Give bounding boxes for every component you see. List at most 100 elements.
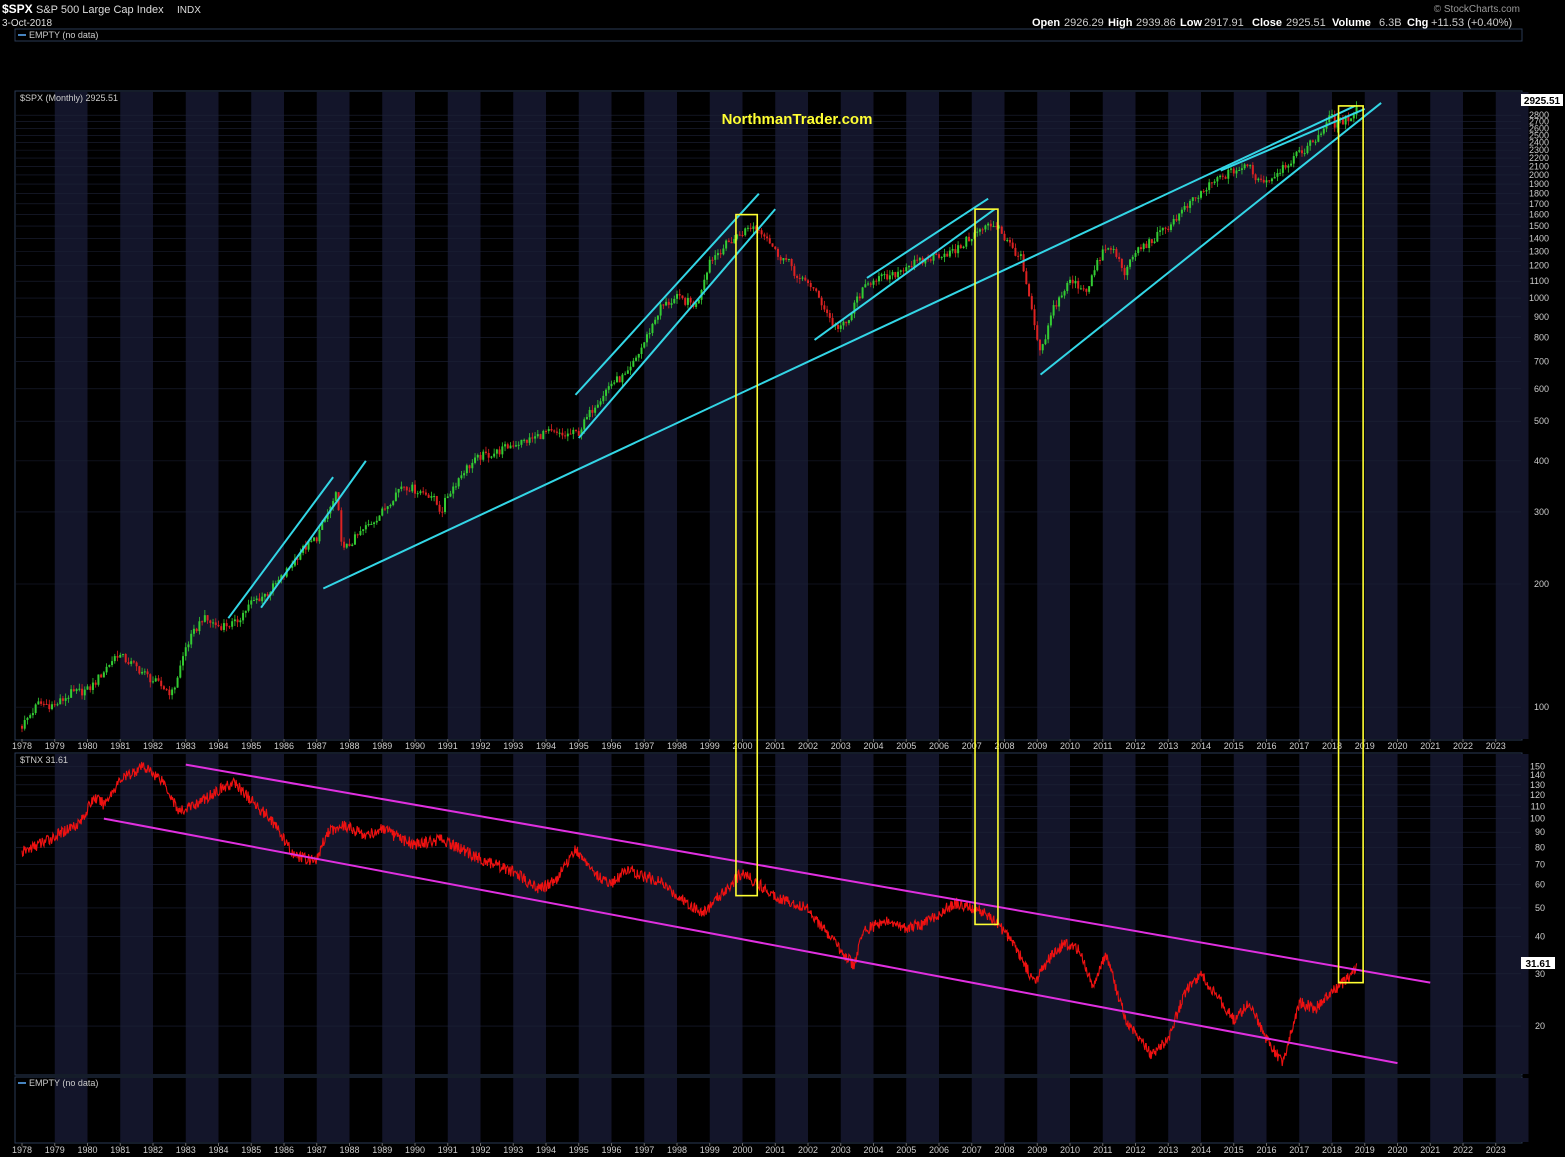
candle-body: [1060, 295, 1063, 298]
candle-body: [1273, 176, 1276, 179]
candle-body: [154, 678, 157, 682]
y-tick-label: 100: [1534, 702, 1549, 712]
watermark-text: NorthmanTrader.com: [722, 111, 873, 128]
candle-body: [42, 703, 45, 705]
candle-body: [419, 491, 422, 494]
x-tick-label: 2004: [863, 1145, 883, 1155]
x-tick-label: 1990: [405, 741, 425, 751]
candle-body: [1186, 206, 1189, 208]
candle-body: [918, 257, 921, 261]
candle-body: [1017, 255, 1020, 257]
spx-last-value-tag: 2925.51: [1521, 94, 1563, 107]
y-tick-label: 70: [1535, 860, 1545, 870]
candle-body: [719, 253, 722, 255]
candle-body: [1104, 249, 1107, 251]
candle-body: [1314, 141, 1317, 143]
candle-body: [741, 235, 744, 237]
candle-body: [602, 395, 605, 402]
candle-body: [1038, 339, 1041, 351]
candle-body: [26, 717, 29, 721]
candle-body: [1202, 191, 1205, 193]
candle-body: [689, 297, 692, 303]
x-tick-label: 1994: [536, 741, 556, 751]
candle-body: [798, 277, 801, 279]
candle-body: [632, 360, 635, 367]
candle-body: [242, 612, 245, 621]
candle-body: [686, 297, 689, 305]
candle-body: [615, 376, 618, 383]
x-tick-label: 1982: [143, 741, 163, 751]
x-tick-label: 2004: [863, 741, 883, 751]
year-band: [840, 92, 874, 739]
candle-body: [1290, 163, 1293, 166]
candle-body: [162, 686, 165, 690]
candle-body: [40, 701, 43, 704]
candle-body: [561, 432, 564, 436]
x-tick-label: 2014: [1191, 1145, 1211, 1155]
candle-body: [785, 258, 788, 260]
candle-body: [225, 623, 228, 627]
candle-body: [1191, 197, 1194, 201]
candle-body: [444, 497, 447, 513]
candle-body: [149, 674, 152, 683]
candle-body: [523, 439, 526, 441]
candle-body: [525, 439, 528, 443]
candle-body: [804, 277, 807, 281]
year-band: [1168, 1078, 1201, 1142]
year-band: [54, 92, 88, 739]
y-tick-label: 1800: [1529, 189, 1549, 199]
candle-body: [678, 294, 681, 296]
panel-spx: $SPX (Monthly) 2925.51 NorthmanTrader.co…: [14, 90, 1529, 741]
candle-body: [1112, 248, 1115, 250]
candle-body: [433, 496, 436, 498]
candle-body: [905, 267, 908, 272]
candle-body: [1208, 182, 1211, 191]
y-tick-label: 1600: [1529, 210, 1549, 220]
year-band: [906, 1078, 939, 1142]
candle-body: [411, 484, 414, 492]
x-tick-label: 1990: [405, 1145, 425, 1155]
year-band: [1430, 92, 1463, 739]
candle-body: [572, 429, 575, 435]
candle-body: [247, 604, 250, 611]
candle-body: [94, 682, 97, 685]
candle-body: [1077, 280, 1080, 289]
candle-body: [886, 274, 889, 280]
spx-candle: [1090, 274, 1093, 287]
candle-body: [403, 486, 406, 488]
candle-body: [583, 419, 586, 430]
year-band: [578, 1078, 612, 1142]
x-tick-label: 1996: [601, 1145, 621, 1155]
candle-body: [659, 304, 662, 316]
candle-body: [56, 704, 59, 706]
candle-body: [536, 434, 539, 437]
candle-body: [1213, 181, 1216, 184]
candle-body: [1224, 176, 1227, 179]
candle-body: [78, 688, 81, 690]
candle-body: [351, 544, 354, 546]
candle-body: [1276, 173, 1279, 177]
candle-body: [826, 309, 829, 314]
candle-body: [138, 666, 141, 674]
candle-body: [493, 453, 496, 457]
candle-body: [965, 236, 968, 247]
year-band: [1102, 1078, 1136, 1142]
low-value: 2917.91: [1204, 17, 1244, 29]
candle-body: [779, 256, 782, 261]
year-band: [316, 1078, 350, 1142]
open-value: 2926.29: [1064, 17, 1104, 29]
candle-body: [711, 259, 714, 261]
candle-body: [1200, 191, 1202, 198]
candle-body: [146, 671, 149, 675]
candle-body: [463, 473, 466, 476]
candle-body: [869, 283, 872, 285]
candle-body: [793, 266, 796, 276]
candle-body: [313, 537, 316, 541]
candle-body: [1246, 164, 1249, 167]
candle-body: [348, 543, 351, 546]
candle-body: [716, 253, 719, 256]
candle-body: [378, 515, 381, 521]
candle-body: [910, 266, 913, 268]
x-tick-label: 2003: [831, 741, 851, 751]
tnx-panel-label: $TNX 31.61: [20, 755, 68, 765]
